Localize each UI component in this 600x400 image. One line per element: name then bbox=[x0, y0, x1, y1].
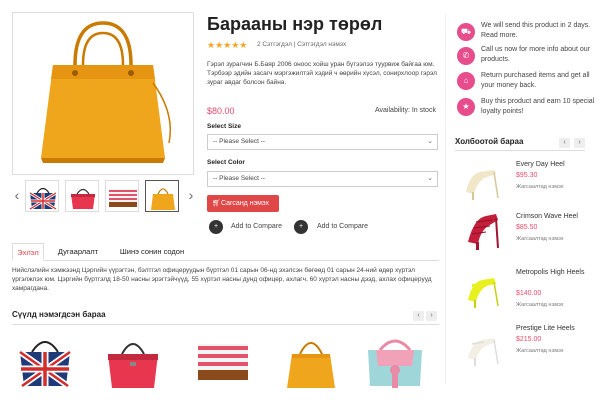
recent-next-icon[interactable]: › bbox=[426, 311, 437, 321]
feature-returns: Return purchased items and get all your … bbox=[481, 72, 590, 89]
add-to-compare-link[interactable]: Add to Compare bbox=[231, 223, 282, 230]
product-title: Барааны нэр төрөл bbox=[207, 14, 383, 34]
recent-product-union-jack-bag[interactable] bbox=[14, 330, 76, 392]
related-prev-icon[interactable]: ‹ bbox=[559, 138, 570, 148]
main-product-image[interactable] bbox=[12, 12, 194, 175]
related-product-name[interactable]: Prestige Lite Heels bbox=[516, 324, 586, 334]
related-product-price: $85.50 bbox=[516, 224, 538, 231]
add-to-wishlist-link[interactable]: Жагсаалтад нэмэх bbox=[516, 348, 564, 354]
related-next-icon[interactable]: › bbox=[574, 138, 585, 148]
add-to-compare-link-2[interactable]: Add to Compare bbox=[317, 223, 368, 230]
recent-product-blue-bag[interactable] bbox=[362, 330, 428, 392]
divider bbox=[455, 150, 585, 151]
related-product-price: $215.00 bbox=[516, 336, 542, 343]
rating-stars-icon: ★★★★★ bbox=[207, 40, 248, 50]
recent-product-orange-bag[interactable] bbox=[280, 330, 342, 392]
divider bbox=[12, 324, 439, 325]
related-product-image[interactable] bbox=[462, 208, 506, 252]
related-product-price: $140.00 bbox=[516, 290, 542, 297]
phone-icon: ✆ bbox=[457, 47, 475, 65]
size-select-value: -- Please Select -- bbox=[213, 138, 266, 145]
thumbnail-union-jack-bag[interactable] bbox=[25, 180, 59, 212]
compare-icon[interactable]: + bbox=[209, 220, 223, 234]
product-tabs: Эхлэл Дугаарлалт Шинэ сонин содон bbox=[12, 243, 439, 261]
product-description: Гэрэл зурагчин Б.Баяр 2006 оноос хойш ур… bbox=[207, 61, 437, 86]
thumbnail-striped-pouch[interactable] bbox=[105, 180, 139, 212]
add-to-cart-button[interactable]: 🛒︎ Сагсанд нэмэх bbox=[207, 195, 279, 212]
related-product-image[interactable] bbox=[462, 270, 506, 310]
color-select-value: -- Please Select -- bbox=[213, 175, 266, 182]
related-product-name[interactable]: Every Day Heel bbox=[516, 160, 586, 170]
thumbnail-red-bag[interactable] bbox=[65, 180, 99, 212]
star-icon: ★ bbox=[457, 98, 475, 116]
tab-overview[interactable]: Эхлэл bbox=[12, 243, 44, 261]
chevron-down-icon: ⌄ bbox=[427, 138, 433, 145]
cart-icon: 🛒︎ bbox=[212, 200, 221, 207]
bank-icon: ⌂ bbox=[457, 72, 475, 90]
feature-shipping: We will send this product in 2 days. Rea… bbox=[481, 22, 591, 39]
thumbnail-strip: ‹ › bbox=[12, 180, 196, 212]
feature-loyalty: Buy this product and earn 10 special loy… bbox=[481, 98, 595, 115]
color-select[interactable]: -- Please Select -- ⌄ bbox=[207, 171, 438, 187]
tab-news[interactable]: Шинэ сонин содон bbox=[112, 243, 192, 261]
size-select[interactable]: -- Please Select -- ⌄ bbox=[207, 134, 438, 150]
tab-specifications[interactable]: Дугаарлалт bbox=[48, 243, 108, 261]
chevron-down-icon: ⌄ bbox=[427, 175, 433, 182]
compare-icon[interactable]: + bbox=[294, 220, 308, 234]
thumbnail-orange-bag[interactable] bbox=[145, 180, 179, 212]
product-price: $80.00 bbox=[207, 106, 235, 116]
add-to-wishlist-link[interactable]: Жагсаалтад нэмэх bbox=[516, 236, 564, 242]
add-to-wishlist-link[interactable]: Жагсаалтад нэмэх bbox=[516, 184, 564, 190]
add-to-cart-label: Сагсанд нэмэх bbox=[221, 200, 269, 207]
feature-call: Call us now for more info about our prod… bbox=[481, 46, 590, 63]
thumb-next-icon[interactable]: › bbox=[186, 188, 196, 202]
related-product-image[interactable] bbox=[460, 162, 504, 202]
recent-product-red-bag[interactable] bbox=[102, 330, 164, 392]
divider bbox=[445, 14, 446, 384]
color-label: Select Color bbox=[207, 159, 245, 166]
recent-product-striped-pouch[interactable] bbox=[192, 330, 254, 392]
add-to-wishlist-link[interactable]: Жагсаалтад нэмэх bbox=[516, 302, 564, 308]
related-products-title: Холбоотой бараа bbox=[455, 137, 524, 146]
thumb-prev-icon[interactable]: ‹ bbox=[12, 188, 22, 202]
reviews-link[interactable]: 2 Сэтгэгдэл | Сэтгэгдэл нэмэх bbox=[257, 41, 346, 48]
recent-prev-icon[interactable]: ‹ bbox=[413, 311, 424, 321]
tab-content: Нийслэлийн хэмжээнд Цэргийн үүрэгтэн, бэ… bbox=[12, 267, 432, 292]
related-product-price: $95.30 bbox=[516, 172, 538, 179]
availability-status: Availability: In stock bbox=[375, 107, 436, 114]
truck-icon: ⛟ bbox=[457, 23, 475, 41]
size-label: Select Size bbox=[207, 123, 241, 130]
related-product-image[interactable] bbox=[462, 328, 506, 368]
related-product-name[interactable]: Crimson Wave Heel bbox=[516, 212, 586, 222]
recent-products-title: Сүүлд нэмэгдсэн бараа bbox=[12, 310, 106, 319]
related-product-name[interactable]: Metropolis High Heels bbox=[516, 268, 586, 278]
